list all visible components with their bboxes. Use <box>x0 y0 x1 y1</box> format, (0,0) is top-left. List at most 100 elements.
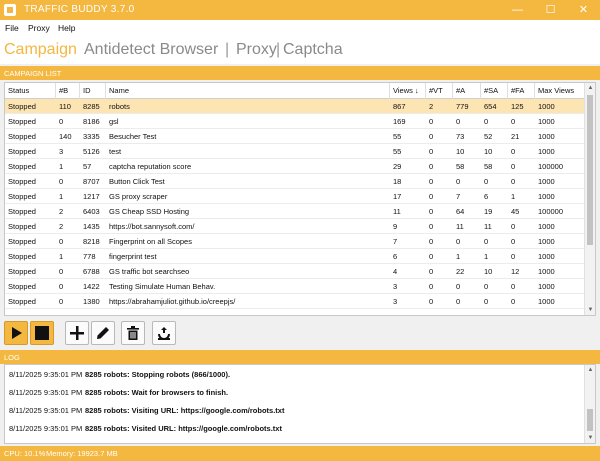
scroll-up-icon[interactable]: ▲ <box>585 365 595 375</box>
tab-proxy[interactable]: Proxy <box>236 41 277 59</box>
column-header-b[interactable]: #B <box>56 83 80 99</box>
play-button[interactable] <box>4 321 28 345</box>
cell-id: 57 <box>83 162 92 171</box>
close-button[interactable]: ✕ <box>567 0 600 20</box>
cell-a: 0 <box>456 297 461 306</box>
log-timestamp: 8/11/2025 9:35:01 PM <box>9 406 83 415</box>
table-row[interactable]: Stopped 0 1422 Testing Simulate Human Behav… <box>5 279 585 294</box>
cell-fa: 0 <box>511 282 516 291</box>
table-row[interactable]: Stopped 3 5126 test 55 0 10 10 0 1000 <box>5 144 585 159</box>
table-row[interactable]: Stopped 0 8186 gsl 169 0 0 0 0 1000 <box>5 114 585 129</box>
cell-status: Stopped <box>8 132 36 141</box>
stop-button[interactable] <box>30 321 54 345</box>
scroll-down-icon[interactable]: ▼ <box>585 433 595 443</box>
cell-a: 10 <box>456 147 465 156</box>
log-panel[interactable]: 8/11/2025 9:35:01 PM 8285 robots: Stoppin… <box>4 364 596 444</box>
cell-status: Stopped <box>8 102 36 111</box>
menu-file[interactable]: File <box>5 23 19 33</box>
column-header-a[interactable]: #A <box>453 83 481 99</box>
table-row[interactable]: Stopped 0 1380 https://abrahamjuliot.github… <box>5 294 585 309</box>
column-header-name[interactable]: Name <box>106 83 390 99</box>
table-row[interactable]: Stopped 0 8707 Button Click Test 18 0 0 0 0 1000 <box>5 174 585 189</box>
cell-status: Stopped <box>8 147 36 156</box>
table-scrollbar[interactable]: ▲ ▼ <box>584 83 595 315</box>
log-timestamp: 8/11/2025 9:35:01 PM <box>9 388 83 397</box>
cell-a: 779 <box>456 102 469 111</box>
tab-captcha[interactable]: Captcha <box>283 41 343 59</box>
cell-max-views: 1000 <box>538 192 555 201</box>
campaign-table[interactable]: Status #B ID Name Views ↓ #VT #A #SA #FA… <box>4 82 596 316</box>
cell-views: 29 <box>393 162 402 171</box>
cell-vt: 0 <box>429 207 434 216</box>
log-header: LOG <box>0 350 600 364</box>
menu-help[interactable]: Help <box>58 23 75 33</box>
column-header-vt[interactable]: #VT <box>426 83 453 99</box>
cell-b: 110 <box>59 102 71 111</box>
cell-b: 2 <box>59 207 64 216</box>
table-row[interactable]: Stopped 1 778 fingerprint test 6 0 1 1 0 1000 <box>5 249 585 264</box>
cell-vt: 0 <box>429 222 434 231</box>
cell-name: fingerprint test <box>109 252 157 261</box>
scroll-up-icon[interactable]: ▲ <box>585 83 595 93</box>
log-entry: 8/11/2025 9:35:01 PM 8285 robots: Stoppin… <box>5 366 583 384</box>
scroll-down-icon[interactable]: ▼ <box>585 305 595 315</box>
cell-max-views: 1000 <box>538 177 555 186</box>
cell-status: Stopped <box>8 237 36 246</box>
column-header-max-views[interactable]: Max Views <box>535 83 585 99</box>
edit-button[interactable] <box>91 321 115 345</box>
cell-b: 0 <box>59 177 64 186</box>
cell-vt: 0 <box>429 117 434 126</box>
cell-id: 8186 <box>83 117 100 126</box>
table-row[interactable]: Stopped 140 3335 Besucher Test 55 0 73 52 21 1000 <box>5 129 585 144</box>
tab-separator: | <box>225 41 230 58</box>
table-row[interactable]: Stopped 1 57 captcha reputation score 29 0 58 5… <box>5 159 585 174</box>
cell-views: 17 <box>393 192 402 201</box>
cell-vt: 0 <box>429 177 434 186</box>
log-timestamp: 8/11/2025 9:35:02 PM <box>9 438 82 443</box>
cell-views: 6 <box>393 252 398 261</box>
maximize-button[interactable]: ☐ <box>534 0 567 20</box>
cell-name: gsl <box>109 117 119 126</box>
table-row[interactable]: Stopped 110 8285 robots 867 2 779 654 125 1000 <box>5 99 585 114</box>
cell-sa: 0 <box>484 297 489 306</box>
menu-proxy[interactable]: Proxy <box>28 23 50 33</box>
log-scrollbar[interactable]: ▲ ▼ <box>584 365 595 443</box>
table-row[interactable]: Stopped 2 6403 GS Cheap SSD Hosting 11 0 64 19 4… <box>5 204 585 219</box>
scroll-thumb[interactable] <box>587 409 593 431</box>
table-row[interactable]: Stopped 1 1217 GS proxy scraper 17 0 7 6 1 1000 <box>5 189 585 204</box>
column-header-sa[interactable]: #SA <box>481 83 508 99</box>
window-title: TRAFFIC BUDDY 3.7.0 <box>24 4 135 15</box>
tab-campaign[interactable]: Campaign <box>4 41 77 59</box>
cell-a: 0 <box>456 237 461 246</box>
cell-max-views: 1000 <box>538 297 555 306</box>
cell-fa: 12 <box>511 267 520 276</box>
cell-sa: 0 <box>484 282 489 291</box>
tab-antidetect-browser[interactable]: Antidetect Browser <box>84 41 218 59</box>
table-row[interactable]: Stopped 0 8218 Fingerprint on all Scopes 7 0 0… <box>5 234 585 249</box>
cell-fa: 0 <box>511 147 516 156</box>
log-timestamp: 8/11/2025 9:35:01 PM <box>9 424 83 433</box>
cell-views: 3 <box>393 297 398 306</box>
cell-b: 1 <box>59 162 64 171</box>
cell-sa: 1 <box>484 252 489 261</box>
cell-max-views: 1000 <box>538 237 555 246</box>
cell-vt: 0 <box>429 282 434 291</box>
cell-name: robots <box>109 102 130 111</box>
column-header-fa[interactable]: #FA <box>508 83 535 99</box>
column-header-status[interactable]: Status <box>5 83 56 99</box>
cell-b: 0 <box>59 267 64 276</box>
add-button[interactable] <box>65 321 89 345</box>
column-header-id[interactable]: ID <box>80 83 106 99</box>
cell-status: Stopped <box>8 117 36 126</box>
log-message: 8285 robots: Stopping robots (866/1000). <box>85 370 231 379</box>
table-row[interactable]: Stopped 2 1435 https://bot.sannysoft.com/9 0… <box>5 219 585 234</box>
delete-button[interactable] <box>121 321 145 345</box>
table-row[interactable]: Stopped 0 6788 GS traffic bot searchseo 4 0 22… <box>5 264 585 279</box>
scroll-thumb[interactable] <box>587 95 593 245</box>
minimize-button[interactable]: — <box>501 0 534 20</box>
reset-button[interactable] <box>152 321 176 345</box>
column-header-views[interactable]: Views ↓ <box>390 83 426 99</box>
cell-sa: 6 <box>484 192 489 201</box>
cell-vt: 2 <box>429 102 434 111</box>
cell-fa: 125 <box>511 102 524 111</box>
